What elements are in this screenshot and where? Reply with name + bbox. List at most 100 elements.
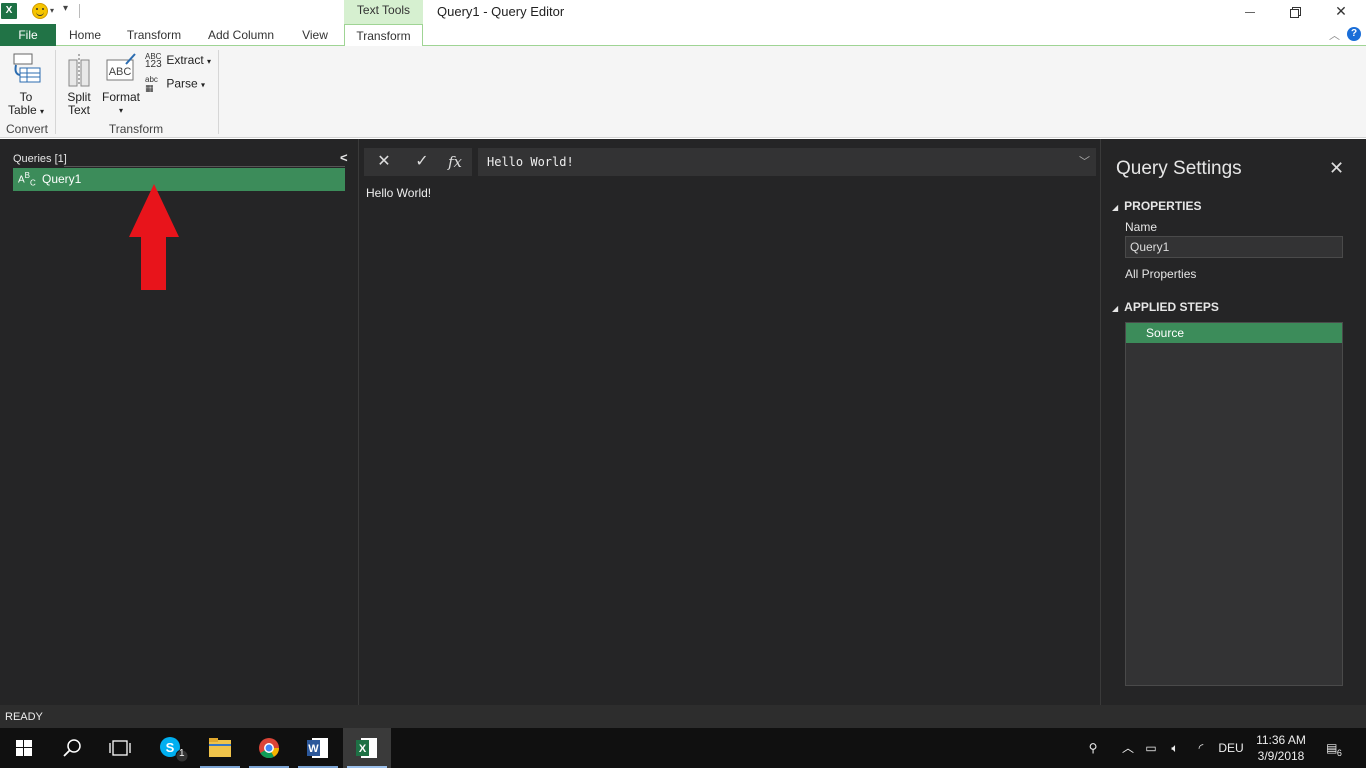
start-button[interactable] [0,728,48,768]
network-status[interactable]: ◜ [1190,728,1212,768]
customize-quick-access-icon[interactable]: ▾ [63,3,68,14]
result-value[interactable]: Hello World! [366,186,431,200]
search-button[interactable] [48,728,96,768]
tab-file[interactable]: File [0,24,56,46]
split-text-button[interactable]: Split Text [60,52,98,117]
main-area: Queries [1] < ABC Query1 ✕ ✓ fx Hello Wo… [0,139,1366,705]
tab-home[interactable]: Home [60,24,110,46]
name-label: Name [1125,220,1158,234]
svg-text:X: X [359,743,367,755]
format-button[interactable]: ABC Format ▾ [100,52,142,117]
taskbar-skype[interactable]: S 1 [148,728,196,768]
queries-pane: Queries [1] < ABC Query1 [0,139,359,705]
speaker-icon: 🔈︎ [1171,741,1179,755]
windows-logo-icon [16,740,32,756]
split-column-icon [68,54,90,87]
wifi-icon: ◜ [1198,741,1204,755]
cancel-formula-button[interactable]: ✕ [369,151,399,173]
tab-transform[interactable]: Transform [118,24,190,46]
taskbar-chrome[interactable] [245,728,293,768]
query-settings-pane: Query Settings ✕ ◢PROPERTIES Name All Pr… [1100,139,1366,705]
group-label-convert: Convert [5,122,49,136]
extract-dropdown-icon: ▾ [207,57,212,67]
close-icon: ✕ [1335,3,1347,19]
skype-icon: S [160,737,189,763]
smiley-dropdown-icon[interactable]: ▾ [50,6,54,15]
text-type-icon: ABC [18,171,36,188]
group-label-transform: Transform [108,122,164,136]
input-language-button[interactable]: DEU [1214,728,1248,768]
window-title: Query1 - Query Editor [437,4,565,19]
ribbon: To Table ▾ Convert Split Text ABC Format… [0,46,1366,138]
checkmark-icon: ✓ [415,153,429,170]
taskbar-file-explorer[interactable] [196,728,244,768]
word-icon: W [307,738,328,758]
split-text-label-2: Text [67,103,90,117]
formula-input[interactable]: Hello World! ﹀ [478,148,1096,176]
format-text-icon: ABC [106,53,136,81]
collapse-queries-pane-icon[interactable]: < [340,150,348,165]
expand-formula-bar-icon[interactable]: ﹀ [1079,148,1090,176]
commit-formula-button[interactable]: ✓ [407,151,437,173]
formula-text: Hello World! [487,155,574,169]
queries-header-divider [64,166,345,167]
parse-button[interactable]: abc ▦ Parse ▾ [145,76,205,93]
smiley-feedback-icon[interactable] [32,3,48,19]
group-separator [218,50,219,134]
search-icon [63,739,81,757]
taskbar-excel[interactable]: X [343,728,391,768]
cancel-x-icon: ✕ [377,153,391,170]
query-settings-title: Query Settings [1116,158,1242,179]
svg-text:W: W [308,743,319,755]
queries-header: Queries [1] [13,153,67,165]
clock[interactable]: 11:36 AM 3/9/2018 [1250,728,1312,768]
all-properties-link[interactable]: All Properties [1125,267,1196,281]
help-icon[interactable]: ? [1347,27,1361,41]
minimize-icon [1245,11,1255,13]
to-table-icon [13,53,41,83]
collapse-ribbon-icon[interactable]: ︿ [1329,27,1340,43]
fx-button[interactable]: fx [440,151,470,173]
to-table-label-2: Table ▾ [7,103,45,117]
clock-date: 3/9/2018 [1257,749,1305,763]
quick-access-separator [79,4,80,18]
svg-text:S: S [166,740,175,755]
excel-logo-icon: X [1,3,17,19]
query-name: Query1 [42,172,82,186]
close-query-settings-icon[interactable]: ✕ [1329,158,1344,179]
extract-button[interactable]: ABC 123 Extract ▾ [145,53,212,70]
format-label: Format [101,90,140,104]
tab-context-transform[interactable]: Transform [344,24,423,47]
battery-status[interactable]: ▭ [1140,728,1162,768]
chrome-icon [259,738,280,759]
tab-add-column[interactable]: Add Column [200,24,282,46]
taskbar-word[interactable]: W [294,728,342,768]
applied-step-item[interactable]: Source [1126,323,1342,343]
action-center-button[interactable]: ▤ 6 [1318,728,1354,768]
editor-pane: ✕ ✓ fx Hello World! ﹀ Hello World! [360,139,1100,705]
clock-time: 11:36 AM [1256,733,1306,747]
volume-control[interactable]: 🔈︎ [1164,728,1186,768]
people-icon: ⚲ [1088,741,1098,755]
restore-button[interactable] [1272,0,1318,24]
red-arrow-annotation [129,184,179,290]
applied-steps-section-header[interactable]: ◢ APPLIED STEPS [1112,300,1219,314]
query-name-input[interactable] [1125,236,1343,258]
people-button[interactable]: ⚲ [1080,728,1106,768]
parse-label: Parse [166,76,198,91]
minimize-button[interactable] [1227,0,1273,24]
title-bar: X ▾ ▾ Text Tools Query1 - Query Editor ✕ [0,0,1366,24]
task-view-button[interactable] [96,728,144,768]
status-bar: READY [0,705,1366,728]
tab-view[interactable]: View [292,24,338,46]
skype-badge: 1 [179,748,185,759]
properties-section-header[interactable]: ◢ PROPERTIES [1112,199,1202,213]
show-hidden-icons-button[interactable]: ︿ [1118,728,1138,768]
to-table-button[interactable]: To Table ▾ [4,52,48,118]
parse-icon: abc ▦ [145,75,158,93]
parse-dropdown-icon: ▾ [201,80,206,90]
folder-icon [209,738,231,757]
expand-triangle-icon: ◢ [1112,304,1119,313]
notification-icon: ▤ [1326,741,1338,755]
close-window-button[interactable]: ✕ [1318,0,1364,24]
